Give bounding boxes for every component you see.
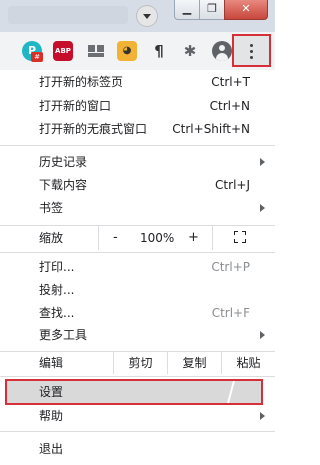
menu-item-label: 书签 — [39, 201, 64, 215]
edit-label: 编辑 — [39, 356, 64, 370]
profile-dropdown-icon[interactable] — [137, 6, 157, 26]
menu-separator — [0, 252, 275, 253]
submenu-arrow-icon — [260, 412, 265, 420]
chrome-menu-button[interactable] — [232, 34, 271, 67]
paste-button[interactable]: 粘贴 — [222, 352, 275, 374]
menu-item-shortcut: Ctrl+P — [211, 260, 250, 274]
zoom-label: 缩放 — [39, 231, 64, 245]
zoom-divider — [98, 226, 99, 250]
window-title-bar: ▁ ❐ ✕ — [0, 0, 275, 32]
menu-item-bookmarks[interactable]: 书签 — [0, 197, 266, 219]
menu-item-label: 退出 — [39, 442, 64, 456]
minimize-button[interactable]: ▁ — [174, 0, 200, 20]
menu-separator — [0, 376, 275, 377]
menu-item-downloads[interactable]: 下载内容 Ctrl+J — [0, 174, 266, 196]
close-button[interactable]: ✕ — [224, 0, 268, 20]
menu-item-shortcut: Ctrl+F — [211, 306, 250, 320]
menu-item-more-tools[interactable]: 更多工具 — [0, 324, 266, 346]
zoom-row: 缩放 - 100% + — [0, 226, 275, 250]
menu-item-label: 打开新的窗口 — [39, 99, 112, 113]
dog-extension-icon[interactable]: ◕ — [117, 41, 137, 61]
menu-item-shortcut: Ctrl+J — [215, 178, 250, 192]
menu-item-settings[interactable]: 设置 — [0, 381, 266, 403]
maximize-button[interactable]: ❐ — [199, 0, 225, 20]
menu-item-cast[interactable]: 投射... — [0, 279, 266, 301]
paragraph-extension-icon[interactable]: ¶ — [149, 41, 169, 61]
adblock-plus-icon[interactable]: ABP — [53, 41, 73, 61]
menu-separator — [0, 145, 275, 146]
extensions-puzzle-icon[interactable]: ✱ — [180, 41, 200, 61]
menu-item-label: 打开新的无痕式窗口 — [39, 122, 148, 136]
menu-item-new-tab[interactable]: 打开新的标签页 Ctrl+T — [0, 71, 266, 93]
submenu-arrow-icon — [260, 158, 265, 166]
menu-item-exit[interactable]: 退出 — [0, 438, 266, 460]
zoom-out-button[interactable]: - — [113, 226, 118, 250]
extension-badge: # — [31, 52, 43, 62]
menu-item-label: 打开新的标签页 — [39, 75, 124, 89]
menu-item-shortcut: Ctrl+N — [209, 99, 250, 113]
tab-grid-icon[interactable] — [86, 41, 106, 61]
cut-button[interactable]: 剪切 — [114, 352, 167, 374]
menu-separator — [0, 431, 275, 432]
blurred-tab-area — [8, 6, 128, 24]
menu-item-print[interactable]: 打印... Ctrl+P — [0, 256, 266, 278]
menu-item-label: 投射... — [39, 283, 75, 297]
menu-item-shortcut: Ctrl+Shift+N — [172, 122, 250, 136]
menu-item-label: 设置 — [39, 385, 64, 399]
submenu-arrow-icon — [260, 331, 265, 339]
submenu-arrow-icon — [260, 204, 265, 212]
zoom-divider — [212, 226, 213, 250]
menu-item-help[interactable]: 帮助 — [0, 405, 266, 427]
menu-item-shortcut: Ctrl+T — [211, 75, 250, 89]
menu-item-new-window[interactable]: 打开新的窗口 Ctrl+N — [0, 95, 266, 117]
menu-item-label: 历史记录 — [39, 155, 88, 169]
menu-item-label: 下载内容 — [39, 178, 88, 192]
menu-item-new-incognito-window[interactable]: 打开新的无痕式窗口 Ctrl+Shift+N — [0, 118, 266, 140]
profile-avatar-icon[interactable] — [212, 41, 232, 61]
zoom-in-button[interactable]: + — [188, 226, 199, 250]
menu-item-label: 帮助 — [39, 409, 64, 423]
menu-item-label: 更多工具 — [39, 328, 88, 342]
menu-item-label: 查找... — [39, 306, 75, 320]
menu-item-find[interactable]: 查找... Ctrl+F — [0, 302, 266, 324]
edit-row: 编辑 剪切 复制 粘贴 — [0, 352, 275, 374]
zoom-level: 100% — [140, 231, 175, 245]
copy-button[interactable]: 复制 — [168, 352, 221, 374]
menu-item-label: 打印... — [39, 260, 75, 274]
menu-item-history[interactable]: 历史记录 — [0, 151, 266, 173]
fullscreen-icon[interactable] — [234, 231, 246, 243]
